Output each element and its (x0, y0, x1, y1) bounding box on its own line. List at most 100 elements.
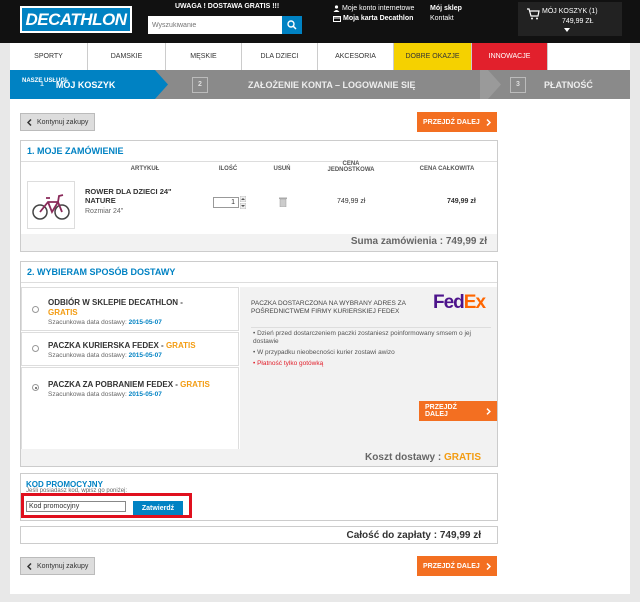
cost-label: Koszt dostawy : (365, 452, 444, 463)
quantity-input[interactable]: 1 (213, 197, 239, 208)
option-date: Szacunkowa data dostawy: 2015-05-07 (48, 391, 162, 398)
nav-item-sporty[interactable]: SPORTY (10, 43, 88, 70)
cart-icon (527, 8, 540, 20)
nav-item-innowacje[interactable]: INNOWACJE (472, 43, 548, 70)
gratis-label: GRATIS (48, 308, 78, 317)
option-title: PACZKA ZA POBRANIEM FEDEX - GRATIS (48, 380, 210, 389)
order-panel: 1. MOJE ZAMÓWIENIE ARTYKUŁ ILOŚĆ USUŃ CE… (20, 140, 498, 252)
radio-courier[interactable] (32, 345, 39, 352)
promo-submit-button[interactable]: Zatwierdź (133, 501, 183, 515)
step3-num: 3 (510, 76, 526, 93)
option-title-text: PACZKA KURIERSKA FEDEX - (48, 341, 166, 350)
contact-link[interactable]: Kontakt (430, 15, 454, 22)
search-input[interactable] (148, 16, 282, 34)
nav-label: SPORTY (34, 53, 63, 60)
delivery-cost-bar: Koszt dostawy : GRATIS (21, 449, 497, 466)
order-title: 1. MOJE ZAMÓWIENIE (27, 146, 124, 156)
decathlon-logo[interactable]: DECATHLON (20, 6, 132, 33)
chevron-down-icon (564, 28, 570, 32)
col-remove: USUŃ (273, 166, 291, 172)
col-total-price: CENA CAŁKOWITA (419, 166, 475, 172)
cost-value: GRATIS (443, 452, 481, 463)
chevron-up-icon[interactable] (240, 196, 246, 202)
chevron-right-icon (486, 562, 491, 570)
site-header: DECATHLON UWAGA ! DOSTAWA GRATIS !!! Moj… (0, 0, 640, 43)
item-total: 749,99 zł (447, 198, 476, 205)
promo-code-input[interactable]: Kod promocyjny (26, 501, 126, 512)
next-label: PRZEJDŹ DALEJ (425, 404, 457, 418)
option-date: Szacunkowa data dostawy: 2015-05-07 (48, 319, 162, 326)
search-button[interactable] (282, 16, 302, 34)
option-title-text: ODBIÓR W SKLEPIE DECATHLON - (48, 298, 183, 307)
next-button-top[interactable]: PRZEJDŹ DALEJ (417, 112, 497, 132)
est-date: 2015-05-07 (128, 319, 162, 326)
my-account-link[interactable]: Moje konto internetowe (333, 5, 414, 12)
grand-total: Całość do zapłaty : 749,99 zł (346, 530, 482, 541)
nav-label: MĘSKIE (190, 53, 217, 60)
radio-store[interactable] (32, 306, 39, 313)
product-size: Rozmiar 24" (85, 208, 124, 215)
fedex-logo: FedEx (433, 292, 486, 313)
option-date: Szacunkowa data dostawy: 2015-05-07 (48, 352, 162, 359)
next-button-bottom[interactable]: PRZEJDŹ DALEJ (417, 556, 497, 576)
delivery-title: 2. WYBIERAM SPOSÓB DOSTAWY (27, 267, 176, 277)
nav-label: DOBRE OKAZJE (405, 53, 460, 60)
checkout-steps: NASZE USŁUGI 1 MÓJ KOSZYK 2 ZAŁOŻENIE KO… (10, 70, 630, 99)
content-area: Kontynuj zakupy PRZEJDŹ DALEJ 1. MOJE ZA… (10, 99, 630, 594)
main-nav: SPORTY DAMSKIE MĘSKIE DLA DZIECI AKCESOR… (10, 43, 630, 70)
nav-item-dla-dzieci[interactable]: DLA DZIECI (242, 43, 318, 70)
bullet-text: Dzień przed dostarczeniem paczki zostani… (253, 330, 471, 345)
est-label: Szacunkowa data dostawy: (48, 352, 129, 359)
est-label: Szacunkowa data dostawy: (48, 319, 129, 326)
chevron-down-icon[interactable] (240, 203, 246, 209)
user-icon (333, 5, 340, 12)
nav-item-dobre-okazje[interactable]: DOBRE OKAZJE (394, 43, 472, 70)
nav-item-meskie[interactable]: MĘSKIE (166, 43, 242, 70)
order-sum: Suma zamówienia : 749,99 zł (350, 236, 487, 247)
step3-label: PŁATNOŚĆ (544, 79, 593, 90)
col-qty: ILOŚĆ (218, 166, 238, 172)
cart-widget[interactable]: MÓJ KOSZYK (1) 749,99 ZŁ (518, 2, 622, 36)
order-sum-bar: Suma zamówienia : 749,99 zł (21, 234, 497, 251)
nav-label: DLA DZIECI (260, 53, 299, 60)
trash-icon[interactable] (279, 197, 287, 207)
quantity-stepper[interactable] (240, 196, 246, 209)
product-image[interactable] (27, 181, 75, 229)
bullet-text: W przypadku nieobecności kurier zostawi … (257, 349, 395, 356)
nav-filler (548, 43, 630, 70)
nav-label: AKCESORIA (335, 53, 376, 60)
step2-label: ZAŁOŻENIE KONTA – LOGOWANIE SIĘ (248, 79, 416, 90)
nav-item-damskie[interactable]: DAMSKIE (88, 43, 166, 70)
divider (251, 327, 491, 328)
next-button-delivery[interactable]: PRZEJDŹ DALEJ (419, 401, 497, 421)
delivery-option-courier[interactable]: PACZKA KURIERSKA FEDEX - GRATIS Szacunko… (21, 332, 239, 366)
gratis-label: GRATIS (180, 380, 210, 389)
step1-num: 1 (40, 81, 44, 88)
next-label: PRZEJDŹ DALEJ (423, 562, 480, 570)
my-store-link[interactable]: Mój sklep (430, 5, 462, 12)
step2-num: 2 (192, 76, 208, 93)
divider (21, 161, 497, 162)
nav-label: DAMSKIE (110, 53, 143, 60)
delivery-option-store[interactable]: ODBIÓR W SKLEPIE DECATHLON - GRATIS Szac… (21, 287, 239, 331)
option-title: PACZKA KURIERSKA FEDEX - GRATIS (48, 341, 196, 350)
delivery-panel: 2. WYBIERAM SPOSÓB DOSTAWY ODBIÓR W SKLE… (20, 261, 498, 467)
est-date: 2015-05-07 (128, 352, 162, 359)
step-payment: 3 PŁATNOŚĆ (510, 70, 593, 99)
chevron-left-icon (27, 118, 32, 126)
step-cart: 1 MÓJ KOSZYK (40, 70, 115, 99)
continue-shopping-button-top[interactable]: Kontynuj zakupy (20, 113, 96, 131)
continue-shopping-button-bottom[interactable]: Kontynuj zakupy (20, 557, 96, 575)
delivery-cost: Koszt dostawy : GRATIS (365, 452, 481, 463)
payment-note: • Płatność tylko gotówką (253, 360, 324, 367)
my-card-link[interactable]: Moja karta Decathlon (333, 15, 413, 22)
delivery-option-cod[interactable]: PACZKA ZA POBRANIEM FEDEX - GRATIS Szacu… (21, 367, 239, 449)
continue-label: Kontynuj zakupy (37, 118, 89, 126)
radio-cod[interactable] (32, 384, 39, 391)
product-name[interactable]: ROWER DLA DZIECI 24" NATURE (85, 187, 195, 205)
nav-item-akcesoria[interactable]: AKCESORIA (318, 43, 394, 70)
info-bullet: • Dzień przed dostarczeniem paczki zosta… (253, 330, 471, 345)
payment-note-text: Płatność tylko gotówką (257, 360, 324, 367)
chevron-left-icon (27, 562, 32, 570)
option-title-text: PACZKA ZA POBRANIEM FEDEX - (48, 380, 181, 389)
